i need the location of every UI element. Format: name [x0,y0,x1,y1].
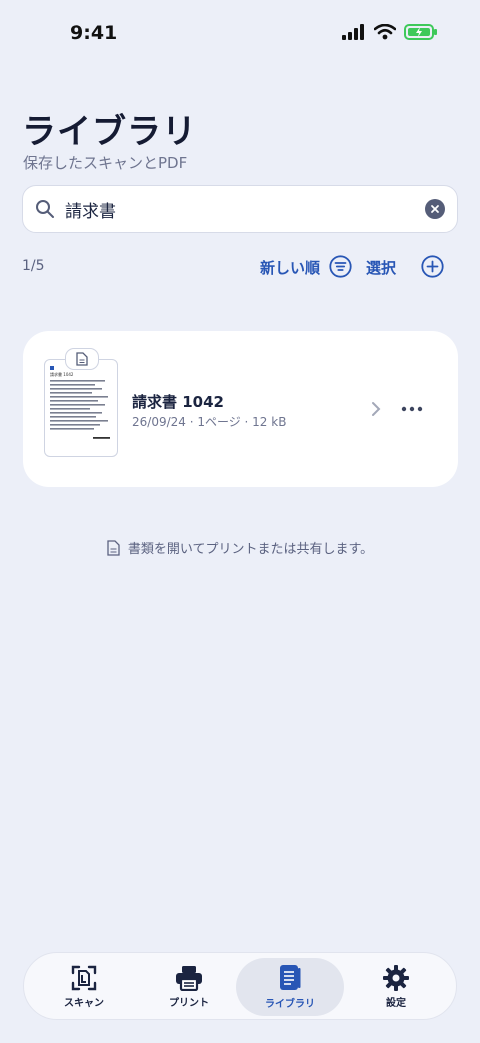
gear-icon [383,965,409,991]
status-time: 9:41 [70,22,118,44]
clear-search-button[interactable] [425,199,445,219]
document-icon [107,539,120,556]
tab-bar: スキャン プリント ライブラリ 設定 [23,952,457,1020]
more-icon[interactable] [401,405,423,413]
document-card[interactable]: 請求書 1042 請求書 1042 26/09/24 · 1ページ · 12 k… [23,331,458,487]
document-icon [76,352,88,366]
page-title: ライブラリ [22,112,197,152]
document-name: 請求書 1042 [132,393,224,411]
pdf-badge [65,348,99,370]
result-count: 1/5 [22,258,45,274]
sort-button[interactable]: 新しい順 [260,257,320,278]
tab-scan[interactable]: スキャン [30,953,138,1021]
library-icon [280,965,301,990]
tab-label: スキャン [64,998,104,1009]
status-bar: 9:41 [0,0,480,70]
status-icons [342,24,438,40]
printer-icon [176,966,202,991]
document-meta: 26/09/24 · 1ページ · 12 kB [132,415,287,429]
tab-print[interactable]: プリント [135,953,243,1021]
tab-label: プリント [169,998,209,1009]
search-field[interactable]: 請求書 [22,185,458,233]
tab-library[interactable]: ライブラリ [236,958,344,1016]
signal-icon [342,24,364,40]
close-icon [431,205,439,213]
search-icon [36,200,54,218]
select-button[interactable]: 選択 [366,257,396,278]
search-input[interactable]: 請求書 [65,197,425,222]
battery-icon [404,24,437,40]
wifi-icon [374,24,396,40]
tab-label: ライブラリ [265,999,315,1010]
hint-text: 書類を開いてプリントまたは共有します。 [127,542,374,557]
sort-icon[interactable] [329,255,352,278]
document-thumbnail: 請求書 1042 [44,359,118,457]
page-subtitle: 保存したスキャンとPDF [23,154,188,172]
document-preview-lines: 請求書 1042 [50,366,110,439]
scan-icon [71,965,97,991]
add-icon[interactable] [421,255,444,278]
chevron-right-icon[interactable] [371,401,381,417]
hint-row: 書類を開いてプリントまたは共有します。 [0,538,480,557]
thumb-header: 請求書 1042 [50,371,74,377]
tab-label: 設定 [386,998,406,1009]
tab-settings[interactable]: 設定 [342,953,450,1021]
